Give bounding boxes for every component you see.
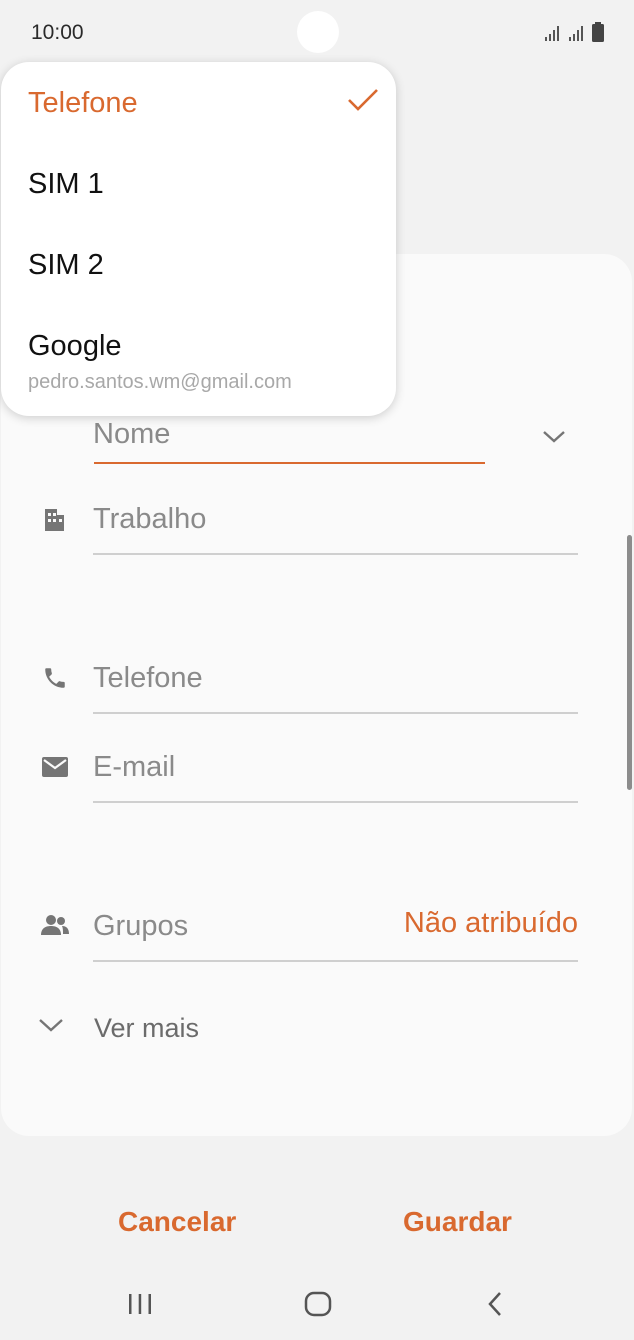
building-icon xyxy=(40,505,70,535)
back-icon[interactable] xyxy=(486,1291,504,1317)
storage-location-dropdown: Telefone SIM 1 SIM 2 Google pedro.santos… xyxy=(1,62,396,416)
groups-underline xyxy=(93,960,578,962)
save-button[interactable]: Guardar xyxy=(403,1206,512,1238)
name-input[interactable]: Nome xyxy=(93,418,170,451)
navigation-bar xyxy=(0,1270,634,1340)
battery-icon xyxy=(592,22,604,42)
work-input[interactable]: Trabalho xyxy=(93,503,206,536)
google-account-email: pedro.santos.wm@gmail.com xyxy=(28,371,292,393)
phone-input[interactable]: Telefone xyxy=(93,662,203,695)
recent-apps-icon[interactable] xyxy=(128,1292,152,1316)
email-underline xyxy=(93,801,578,803)
phone-underline xyxy=(93,712,578,714)
signal-icon xyxy=(545,26,559,41)
cancel-button[interactable]: Cancelar xyxy=(118,1206,236,1238)
dropdown-item-sim1[interactable]: SIM 1 xyxy=(28,168,104,201)
status-time: 10:00 xyxy=(31,21,84,44)
see-more-button[interactable]: Ver mais xyxy=(94,1013,199,1044)
groups-icon xyxy=(40,910,70,940)
check-icon xyxy=(348,89,378,111)
name-underline xyxy=(94,462,485,464)
dropdown-item-telefone[interactable]: Telefone xyxy=(28,87,138,120)
signal-icon xyxy=(569,26,583,41)
home-icon[interactable] xyxy=(304,1291,332,1317)
groups-label[interactable]: Grupos xyxy=(93,910,188,943)
groups-value[interactable]: Não atribuído xyxy=(404,907,578,940)
scrollbar[interactable] xyxy=(627,535,632,790)
chevron-down-icon[interactable] xyxy=(542,428,566,444)
dropdown-item-google[interactable]: Google xyxy=(28,330,122,363)
work-underline xyxy=(93,553,578,555)
chevron-down-icon[interactable] xyxy=(38,1016,64,1034)
phone-icon xyxy=(40,663,70,693)
mail-icon xyxy=(40,752,70,782)
front-camera xyxy=(297,11,339,53)
email-input[interactable]: E-mail xyxy=(93,751,175,784)
dropdown-item-sim2[interactable]: SIM 2 xyxy=(28,249,104,282)
status-icons xyxy=(544,22,604,42)
status-bar: 10:00 xyxy=(0,0,634,64)
